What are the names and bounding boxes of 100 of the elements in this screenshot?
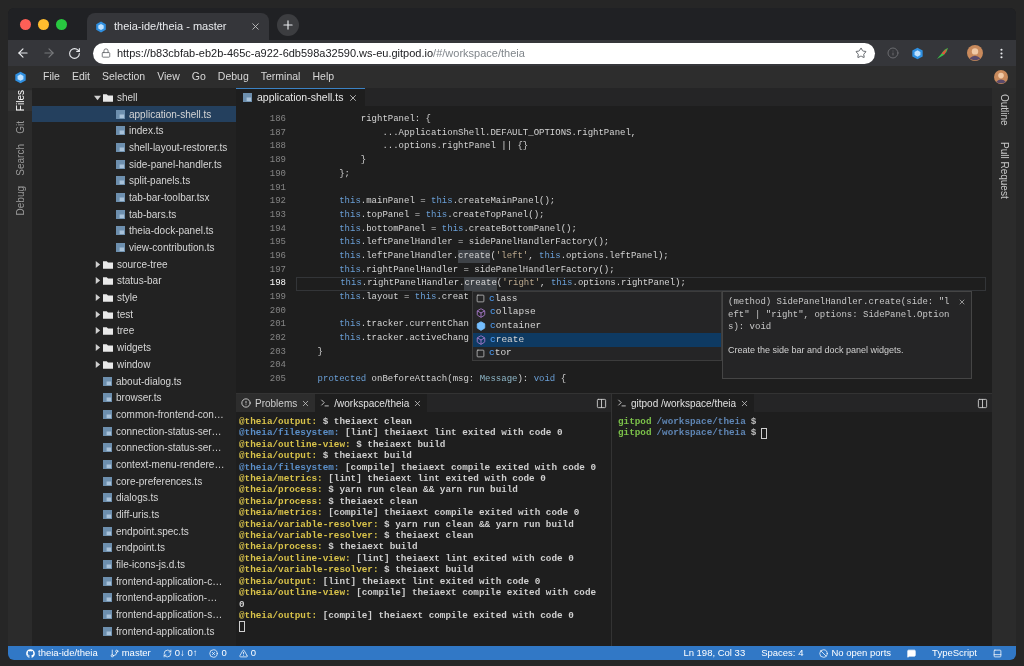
side-tab[interactable]: Debug (8, 185, 32, 216)
close-icon[interactable] (958, 298, 966, 306)
menu-item[interactable]: Debug (211, 69, 255, 85)
menu-item[interactable]: Selection (96, 69, 152, 85)
panel-tab[interactable]: gitpod /workspace/theia (612, 394, 755, 412)
side-tab[interactable]: Git (8, 121, 32, 134)
feather-icon[interactable] (936, 46, 950, 60)
side-tab[interactable]: Outline (992, 94, 1016, 126)
side-tab[interactable]: Files (8, 90, 32, 112)
terminal-line: @theia/variable-resolver: $ theiaext build (239, 564, 475, 576)
tree-item[interactable]: status-bar (32, 272, 236, 290)
tree-item[interactable]: common-frontend-con… (32, 406, 236, 423)
line-number: 192 (268, 195, 286, 209)
tree-item[interactable]: index.ts (32, 122, 236, 140)
suggestion-item[interactable]: class (473, 292, 721, 306)
status-item[interactable]: 0 (203, 646, 233, 660)
split-icon[interactable] (596, 397, 607, 409)
tree-item[interactable]: about-dialog.ts (32, 372, 236, 390)
avatar-icon[interactable] (994, 70, 1008, 84)
avatar-icon[interactable] (967, 45, 984, 61)
code-line: ...options.rightPanel || {} (381, 140, 529, 154)
tree-item[interactable]: connection-status-ser… (32, 439, 236, 457)
forward-icon[interactable] (41, 46, 56, 60)
tree-item[interactable]: core-preferences.ts (32, 472, 236, 490)
status-item[interactable]: Spaces: 4 (755, 646, 810, 660)
editor-tab[interactable]: application-shell.ts (236, 88, 366, 106)
window-zoom-button[interactable] (56, 18, 67, 30)
menu-item[interactable]: File (37, 69, 66, 85)
tree-item[interactable]: tab-bar-toolbar.tsx (32, 189, 236, 206)
tree-item[interactable]: endpoint.spec.ts (32, 522, 236, 540)
menu-item[interactable]: View (151, 69, 186, 85)
tree-item[interactable]: widgets (32, 339, 236, 356)
status-item[interactable]: Ln 198, Col 33 (677, 646, 752, 660)
panel-tab[interactable]: /workspace/theia (315, 394, 428, 412)
status-item[interactable]: No open ports (813, 646, 898, 660)
back-icon[interactable] (16, 46, 30, 60)
suggestion-item[interactable]: create (473, 333, 721, 347)
sync-icon (162, 648, 172, 658)
status-item[interactable]: master (103, 646, 157, 660)
side-tab[interactable]: Search (8, 143, 32, 176)
window-minimize-button[interactable] (38, 18, 49, 30)
file-icon (103, 510, 112, 520)
tree-item[interactable]: tree (32, 322, 236, 340)
file-icon (116, 126, 125, 136)
terminal-line: @theia/process: $ yarn run clean && yarn run build (239, 484, 519, 496)
tree-item[interactable]: context-menu-rendere… (32, 456, 236, 473)
suggestion-item[interactable]: container (473, 319, 721, 334)
tree-item[interactable]: theia-dock-panel.ts (32, 222, 236, 240)
window-close-button[interactable] (20, 18, 31, 30)
tree-item[interactable]: diff-uris.ts (32, 506, 236, 523)
status-item[interactable]: TypeScript (926, 646, 983, 660)
close-icon[interactable] (740, 398, 750, 408)
star-icon[interactable] (855, 47, 868, 59)
suggestion-item[interactable]: collapse (473, 305, 721, 320)
close-icon[interactable] (301, 398, 311, 408)
tree-item[interactable]: shell (32, 89, 236, 106)
line-number: 189 (268, 154, 286, 168)
tree-item[interactable]: connection-status-ser… (32, 422, 236, 440)
close-icon[interactable] (348, 92, 359, 103)
terminal-line: @theia/metrics: [lint] theiaext lint exited with code 0 (239, 473, 547, 485)
tree-item[interactable]: frontend-application-c… (32, 572, 236, 590)
tree-item[interactable]: source-tree (32, 255, 236, 273)
line-number: 203 (268, 345, 286, 359)
menu-item[interactable]: Terminal (254, 69, 307, 85)
address-field[interactable]: https://b83cbfab-eb2b-465c-a922-6db598a32590.ws-eu.gitpod.io/#/workspace/theia (92, 42, 876, 64)
split-icon[interactable] (977, 397, 988, 409)
tree-item[interactable]: split-panels.ts (32, 172, 236, 190)
tree-item[interactable]: shell-layout-restorer.ts (32, 139, 236, 156)
panel-tab[interactable]: Problems (236, 394, 316, 412)
tree-item[interactable]: frontend-application.ts (32, 623, 236, 640)
menu-item[interactable]: Go (185, 69, 212, 85)
tree-item[interactable]: test (32, 305, 236, 323)
reload-icon[interactable] (67, 46, 81, 60)
tree-item[interactable]: dialogs.ts (32, 489, 236, 507)
terminal-line: @theia/process: $ theiaext build (239, 541, 419, 553)
new-tab-button[interactable] (277, 14, 299, 36)
tree-item[interactable]: frontend-application-… (32, 589, 236, 607)
tree-item[interactable]: frontend-application-s… (32, 606, 236, 623)
tree-item[interactable]: tab-bars.ts (32, 205, 236, 223)
close-icon[interactable] (413, 398, 423, 408)
status-item[interactable]: 0↓ 0↑ (156, 646, 204, 660)
terminal-line: @theia/filesystem: [compile] theiaext compile exited with code 0 (239, 461, 598, 474)
tree-item[interactable]: file-icons-js.d.ts (32, 556, 236, 573)
close-icon[interactable] (250, 21, 261, 32)
status-item[interactable]: theia-ide/theia (20, 646, 104, 660)
tree-item[interactable]: endpoint.ts (32, 539, 236, 557)
tree-item[interactable]: side-panel-handler.ts (32, 155, 236, 173)
status-item[interactable]: 0 (232, 646, 263, 660)
menu-item[interactable]: Help (306, 69, 341, 85)
line-number: 198 (268, 277, 286, 291)
side-tab[interactable]: Pull Request (992, 141, 1016, 199)
tree-item[interactable]: application-shell.ts (32, 105, 236, 123)
suggestion-item[interactable]: ctor (473, 346, 721, 361)
menu-item[interactable]: Edit (65, 69, 96, 85)
tree-item[interactable]: style (32, 289, 236, 306)
browser-tab[interactable]: theia-ide/theia - master (87, 13, 269, 40)
terminal-line: @theia/process: $ theiaext clean (239, 495, 419, 508)
tree-item[interactable]: view-contribution.ts (32, 239, 236, 256)
tree-item[interactable]: browser.ts (32, 389, 236, 407)
tree-item[interactable]: window (32, 356, 236, 373)
